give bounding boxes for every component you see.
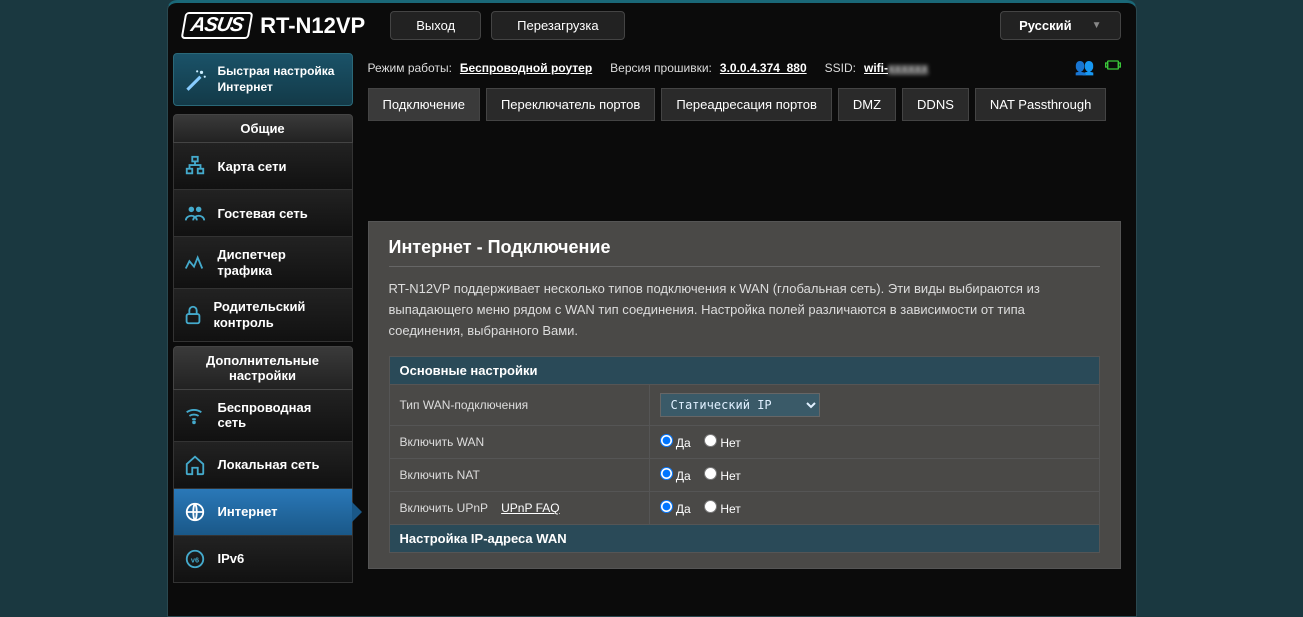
- menu-label: Интернет: [218, 504, 278, 519]
- wan-type-label: Тип WAN-подключения: [389, 385, 649, 426]
- menu-wireless[interactable]: Беспроводная сеть: [173, 390, 353, 442]
- menu-lan[interactable]: Локальная сеть: [173, 442, 353, 489]
- enable-wan-no[interactable]: [704, 434, 717, 447]
- menu-label: Карта сети: [218, 159, 287, 174]
- traffic-icon: [182, 250, 208, 276]
- upnp-faq-link[interactable]: UPnP FAQ: [501, 501, 559, 515]
- tab-dmz[interactable]: DMZ: [838, 88, 896, 121]
- language-label: Русский: [1019, 18, 1072, 33]
- enable-upnp-yes[interactable]: [660, 500, 673, 513]
- enable-nat-label: Включить NAT: [389, 459, 649, 492]
- config-section-basic: Основные настройки: [389, 357, 1099, 385]
- language-select[interactable]: Русский ▼: [1000, 11, 1120, 40]
- chevron-down-icon: ▼: [1092, 20, 1102, 31]
- wand-icon: [182, 66, 208, 94]
- page-title: Интернет - Подключение: [389, 237, 1100, 258]
- tab-port-trigger[interactable]: Переключатель портов: [486, 88, 655, 121]
- enable-wan-yes[interactable]: [660, 434, 673, 447]
- quick-setup-button[interactable]: Быстрая настройка Интернет: [173, 53, 353, 106]
- menu-parental-control[interactable]: Родительский контроль: [173, 289, 353, 341]
- wifi-icon: [182, 402, 208, 428]
- brand-logo: ASUS: [180, 12, 252, 39]
- menu-label: Родительский контроль: [214, 299, 344, 330]
- reboot-button[interactable]: Перезагрузка: [491, 11, 624, 40]
- mode-link[interactable]: Беспроводной роутер: [460, 61, 592, 75]
- menu-label: IPv6: [218, 551, 245, 566]
- quick-setup-label: Быстрая настройка Интернет: [218, 64, 344, 95]
- guest-network-icon: [182, 200, 208, 226]
- firmware-label: Версия прошивки:: [610, 61, 712, 75]
- section-general: Общие: [173, 114, 353, 143]
- menu-label: Диспетчер трафика: [217, 247, 343, 278]
- ipv6-icon: v6: [182, 546, 208, 572]
- enable-nat-yes[interactable]: [660, 467, 673, 480]
- wan-type-select[interactable]: Статический IP: [660, 393, 820, 417]
- connection-status-icon[interactable]: [1105, 57, 1121, 78]
- menu-ipv6[interactable]: v6 IPv6: [173, 536, 353, 583]
- menu-label: Гостевая сеть: [218, 206, 308, 221]
- menu-guest-network[interactable]: Гостевая сеть: [173, 190, 353, 237]
- menu-label: Локальная сеть: [218, 457, 320, 472]
- home-icon: [182, 452, 208, 478]
- tab-port-forward[interactable]: Переадресация портов: [661, 88, 832, 121]
- tab-nat-passthrough[interactable]: NAT Passthrough: [975, 88, 1106, 121]
- logout-button[interactable]: Выход: [390, 11, 481, 40]
- enable-nat-no[interactable]: [704, 467, 717, 480]
- config-section-wan-ip: Настройка IP-адреса WAN: [389, 525, 1099, 553]
- menu-traffic-manager[interactable]: Диспетчер трафика: [173, 237, 353, 289]
- enable-wan-label: Включить WAN: [389, 426, 649, 459]
- mode-label: Режим работы:: [368, 61, 452, 75]
- ssid-label: SSID:: [825, 61, 856, 75]
- page-description: RT-N12VP поддерживает несколько типов по…: [389, 279, 1100, 341]
- enable-upnp-no[interactable]: [704, 500, 717, 513]
- lock-icon: [182, 302, 204, 328]
- clients-icon[interactable]: 👥: [1075, 57, 1095, 78]
- firmware-link[interactable]: 3.0.0.4.374_880: [720, 61, 807, 75]
- menu-label: Беспроводная сеть: [217, 400, 343, 431]
- menu-wan[interactable]: Интернет: [173, 489, 353, 536]
- section-advanced: Дополнительные настройки: [173, 346, 353, 390]
- globe-icon: [182, 499, 208, 525]
- enable-upnp-label: Включить UPnP: [400, 501, 488, 515]
- ssid-link[interactable]: wifi-xxxxxx: [864, 61, 928, 75]
- menu-network-map[interactable]: Карта сети: [173, 143, 353, 190]
- tab-ddns[interactable]: DDNS: [902, 88, 969, 121]
- model-name: RT-N12VP: [260, 13, 365, 39]
- tab-connection[interactable]: Подключение: [368, 88, 480, 121]
- svg-text:v6: v6: [190, 555, 198, 564]
- network-map-icon: [182, 153, 208, 179]
